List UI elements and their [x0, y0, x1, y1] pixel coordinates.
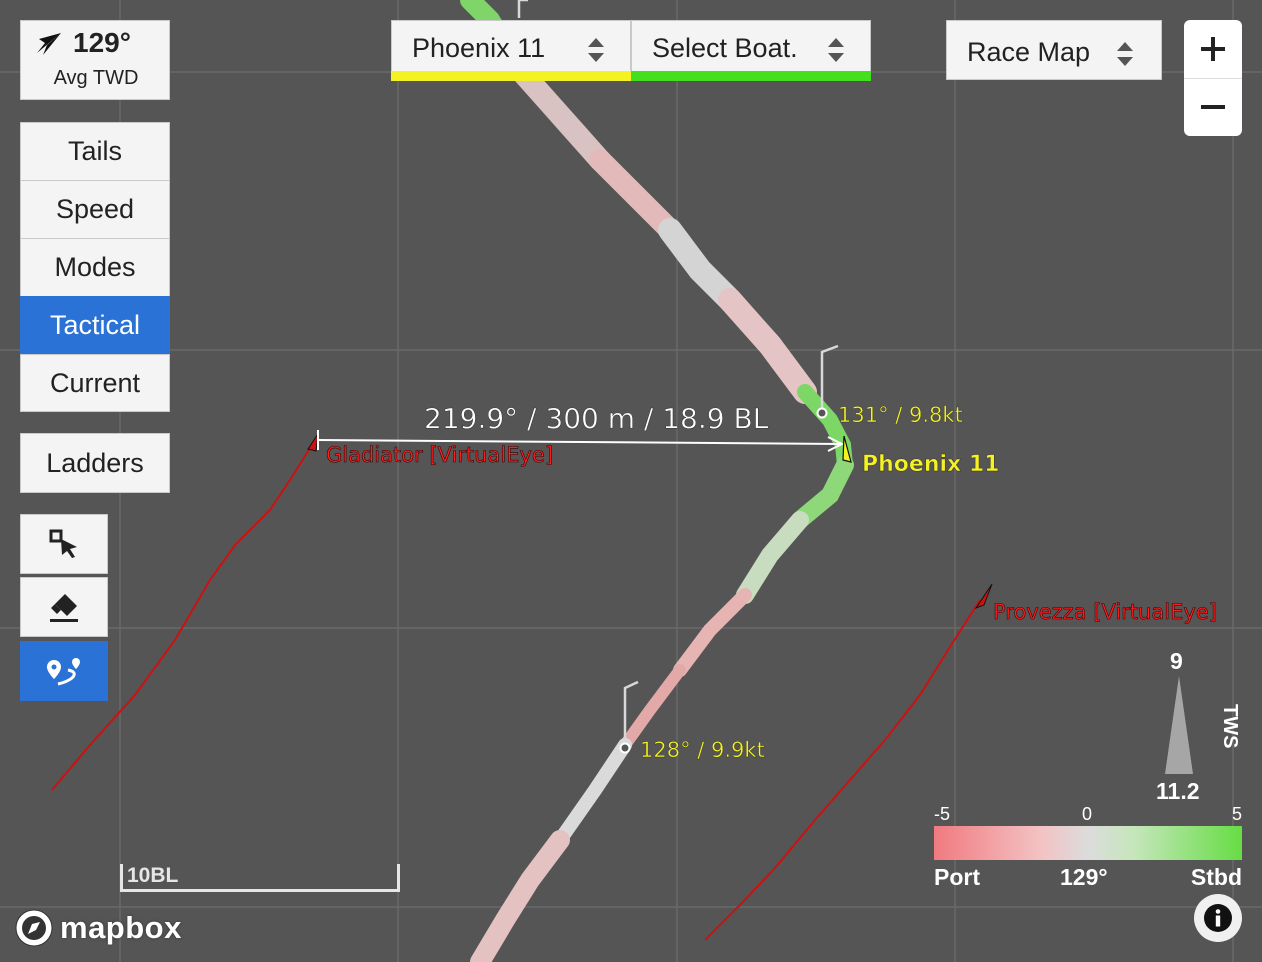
legend-tick-min: -5 [934, 804, 951, 824]
wind-label-lower: 128° / 9.9kt [640, 738, 765, 762]
legend-tick-max: 5 [1231, 804, 1242, 824]
info-icon [1204, 904, 1232, 932]
avg-twd-panel: 129° Avg TWD [20, 20, 170, 100]
eraser-tool-button[interactable] [20, 577, 108, 637]
wind-direction-icon [37, 33, 61, 55]
route-measure-tool-button[interactable] [20, 641, 108, 701]
tws-max-value: 9 [1170, 648, 1183, 674]
updown-chevron-icon [828, 38, 844, 62]
legend-ticks: -5 0 5 [934, 804, 1242, 826]
scale-label: 10BL [127, 864, 179, 887]
boat-select-primary-value: Phoenix 11 [412, 33, 546, 63]
boat-select-secondary[interactable]: Select Boat. [631, 20, 871, 81]
mode-modes-button[interactable]: Modes [20, 238, 170, 296]
mapbox-logo-icon [15, 909, 53, 947]
mode-speed-button[interactable]: Speed [20, 180, 170, 238]
boat-color-bar [391, 71, 631, 81]
ladders-button[interactable]: Ladders [20, 433, 170, 493]
gladiator-label: Gladiator [VirtualEye] [326, 443, 553, 467]
tws-wedge [1165, 676, 1193, 774]
tws-min-value: 11.2 [1156, 778, 1200, 804]
boat-select-primary[interactable]: Phoenix 11 [391, 20, 631, 81]
eraser-icon [50, 594, 78, 622]
boat-select-secondary-value: Select Boat. [652, 33, 798, 63]
twd-value: 129° [73, 27, 131, 58]
map-style-value: Race Map [967, 37, 1091, 67]
select-area-icon [49, 529, 77, 558]
mode-tails-button[interactable]: Tails [20, 122, 170, 180]
updown-chevron-icon [1117, 42, 1133, 66]
phoenix-label: Phoenix 11 [862, 452, 1000, 477]
twd-label: Avg TWD [53, 67, 139, 89]
scale-bar: 10BL [120, 864, 400, 892]
display-mode-group: Tails Speed Modes Tactical Current [20, 122, 170, 412]
mapbox-logo[interactable]: mapbox [14, 906, 182, 950]
legend-center-label: 129° [1060, 864, 1108, 890]
plus-icon [1201, 37, 1225, 61]
wind-sample-point [619, 742, 631, 754]
mode-current-button[interactable]: Current [20, 354, 170, 412]
legend-stbd-label: Stbd [1190, 864, 1242, 890]
legend-port-label: Port [934, 864, 980, 890]
zoom-out-button[interactable] [1184, 78, 1242, 136]
measure-label: 219.9° / 300 m / 18.9 BL [424, 402, 769, 435]
route-measure-icon [47, 658, 80, 686]
zoom-control [1184, 20, 1242, 136]
minus-icon [1201, 105, 1225, 109]
updown-chevron-icon [588, 38, 604, 62]
wind-sample-point [816, 407, 828, 419]
boat-color-bar [631, 71, 871, 81]
provezza-boat-icon[interactable] [974, 583, 993, 610]
gladiator-boat-icon[interactable] [307, 433, 319, 452]
zoom-in-button[interactable] [1184, 20, 1242, 78]
legend-labels: Port 129° Stbd [934, 864, 1242, 892]
legend-tick-mid: 0 [1082, 804, 1093, 824]
phoenix-track [460, 0, 854, 962]
mode-tactical-button[interactable]: Tactical [20, 296, 170, 354]
wind-label-upper: 131° / 9.8kt [838, 403, 963, 427]
attribution-info-button[interactable] [1194, 894, 1242, 942]
map-style-select[interactable]: Race Map [946, 20, 1162, 80]
tws-label: TWS [1219, 704, 1241, 749]
mapbox-wordmark: mapbox [60, 910, 182, 945]
provezza-label: Provezza [VirtualEye] [993, 600, 1217, 624]
select-area-tool-button[interactable] [20, 514, 108, 574]
port-stbd-color-scale [934, 826, 1242, 860]
